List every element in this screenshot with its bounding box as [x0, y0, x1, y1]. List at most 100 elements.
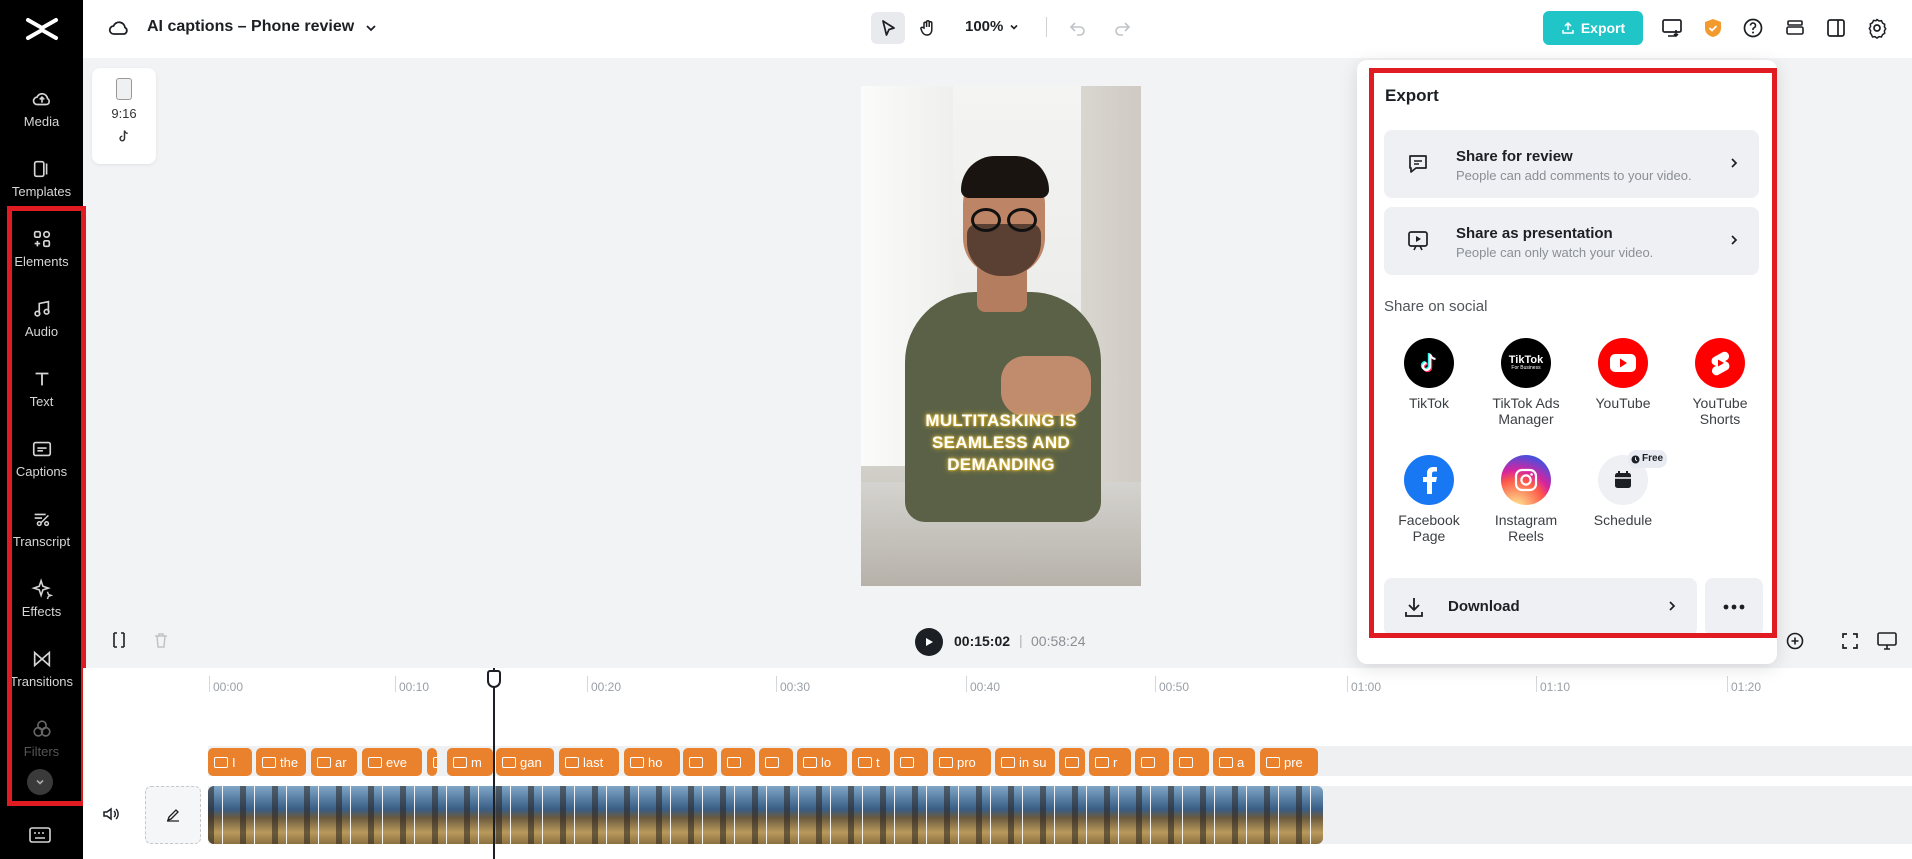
share-facebook-page-button[interactable]: Facebook Page	[1384, 455, 1474, 544]
hand-tool-button[interactable]	[911, 12, 945, 44]
undo-button[interactable]	[1061, 12, 1095, 44]
sidebar-item-label: Templates	[11, 184, 72, 199]
sidebar-item-audio[interactable]: Audio	[0, 298, 83, 360]
caption-clip[interactable]: pre	[1260, 748, 1318, 776]
keyboard-icon[interactable]	[29, 826, 51, 844]
stack-button[interactable]	[1783, 16, 1807, 40]
sidebar-item-text[interactable]: Text	[0, 368, 83, 430]
redo-button[interactable]	[1105, 12, 1139, 44]
caption-clip[interactable]	[683, 748, 717, 776]
select-tool-button[interactable]	[871, 12, 905, 44]
sidebar-expand-button[interactable]	[27, 769, 53, 795]
toolbar-divider	[1046, 17, 1047, 37]
share-youtube-shorts-button[interactable]: YouTube Shorts	[1675, 338, 1765, 427]
caption-clip-icon	[939, 756, 953, 768]
upload-icon	[1562, 21, 1574, 34]
zoom-in-icon[interactable]	[1785, 631, 1805, 651]
chevron-right-icon	[1731, 235, 1738, 245]
present-screen-button[interactable]	[1660, 16, 1684, 40]
caption-clip[interactable]: eve	[362, 748, 422, 776]
more-options-button[interactable]	[1705, 578, 1763, 636]
volume-icon[interactable]	[101, 804, 121, 824]
video-clip[interactable]	[208, 786, 1323, 844]
caption-clip[interactable]: t	[852, 748, 890, 776]
export-panel: Export Share for review People can add c…	[1357, 60, 1777, 664]
zoom-value: 100%	[965, 18, 1004, 35]
play-icon	[926, 638, 933, 646]
caption-clip[interactable]	[721, 748, 755, 776]
project-title[interactable]: AI captions – Phone review	[147, 18, 354, 36]
play-button[interactable]	[915, 628, 943, 656]
caption-clip-text: pro	[957, 754, 976, 770]
share-as-presentation-button[interactable]: Share as presentation People can only wa…	[1384, 207, 1759, 275]
export-button[interactable]: Export	[1543, 11, 1643, 45]
sidebar-item-elements[interactable]: Elements	[0, 228, 83, 290]
caption-clip[interactable]	[1173, 748, 1209, 776]
sidebar-item-captions[interactable]: Captions	[0, 438, 83, 500]
sidebar-item-label: Transcript	[12, 534, 71, 549]
fullscreen-icon[interactable]	[1840, 631, 1860, 651]
caption-clip-icon	[502, 756, 516, 768]
caption-clip[interactable]	[894, 748, 928, 776]
schedule-post-button[interactable]: Free Schedule	[1578, 450, 1668, 528]
trash-icon[interactable]	[152, 631, 170, 649]
caption-clip[interactable]: r	[1089, 748, 1131, 776]
caption-clip-text: t	[876, 754, 880, 770]
share-tiktok-ads-manager-button[interactable]: TikTok For Business TikTok Ads Manager	[1481, 338, 1571, 427]
timeline[interactable]: 00:00 00:10 00:20 00:30 00:40 00:50 01:00 01:10…	[83, 668, 1912, 859]
split-clip-icon[interactable]	[110, 631, 128, 649]
share-instagram-reels-button[interactable]: Instagram Reels	[1481, 455, 1571, 544]
timeline-tick-line	[209, 676, 210, 692]
caption-clip[interactable]: in su	[995, 748, 1055, 776]
caption-clip[interactable]	[1135, 748, 1169, 776]
download-button[interactable]: Download	[1384, 578, 1697, 636]
settings-button[interactable]	[1865, 16, 1889, 40]
video-caption-overlay[interactable]: MULTITASKING IS SEAMLESS AND DEMANDING	[861, 410, 1141, 476]
share-for-review-button[interactable]: Share for review People can add comments…	[1384, 130, 1759, 198]
caption-clip[interactable]: the	[256, 748, 306, 776]
caption-clip[interactable]: gan	[496, 748, 554, 776]
help-button[interactable]	[1741, 16, 1765, 40]
panel-layout-button[interactable]	[1824, 16, 1848, 40]
transitions-icon	[33, 650, 50, 668]
sidebar-item-effects[interactable]: Effects	[0, 578, 83, 640]
caption-clip[interactable]	[759, 748, 793, 776]
video-preview[interactable]: MULTITASKING IS SEAMLESS AND DEMANDING	[861, 86, 1141, 586]
aspect-ratio-card[interactable]: 9:16	[92, 68, 156, 164]
pro-shield-button[interactable]	[1701, 16, 1725, 40]
sidebar-item-media[interactable]: Media	[0, 88, 83, 150]
caption-clip[interactable]: I	[208, 748, 252, 776]
sidebar-item-templates[interactable]: Templates	[0, 158, 83, 220]
redo-icon	[1115, 22, 1131, 36]
caption-clip[interactable]: pro	[933, 748, 991, 776]
caption-clip[interactable]: ho	[624, 748, 680, 776]
share-tiktok-button[interactable]: TikTok	[1384, 338, 1474, 411]
sidebar-item-transitions[interactable]: Transitions	[0, 648, 83, 710]
cover-edit-button[interactable]	[145, 786, 201, 844]
sidebar-item-label: Media	[23, 114, 60, 129]
left-sidebar: Media Templates Elements Audio Text Capt…	[0, 0, 83, 859]
share-youtube-button[interactable]: YouTube	[1578, 338, 1668, 411]
caption-clip[interactable]: m	[447, 748, 493, 776]
playhead-handle[interactable]	[487, 670, 501, 688]
caption-clip[interactable]: last	[559, 748, 619, 776]
chevron-down-icon[interactable]	[363, 20, 379, 36]
playhead-line[interactable]	[493, 668, 495, 859]
caption-clip-icon	[1179, 756, 1193, 768]
caption-clip[interactable]: lo	[797, 748, 847, 776]
caption-clip[interactable]	[1059, 748, 1085, 776]
capcut-logo[interactable]	[24, 14, 60, 44]
sidebar-item-transcript[interactable]: Transcript	[0, 508, 83, 570]
caption-clip[interactable]: [	[427, 748, 437, 776]
cloud-sync-icon[interactable]	[107, 16, 131, 40]
tiktok-business-icon: TikTok For Business	[1501, 338, 1551, 388]
caption-clip-icon	[689, 756, 703, 768]
caption-clip[interactable]: ar	[311, 748, 357, 776]
timeline-tick-line	[395, 676, 396, 692]
help-circle-icon	[1743, 18, 1763, 38]
timeline-tick-label: 00:30	[780, 680, 811, 694]
zoom-dropdown[interactable]: 100%	[965, 18, 1020, 35]
preview-monitor-icon[interactable]	[1876, 631, 1898, 651]
caption-clip[interactable]: a	[1213, 748, 1255, 776]
share-review-subtitle: People can add comments to your video.	[1456, 168, 1692, 183]
